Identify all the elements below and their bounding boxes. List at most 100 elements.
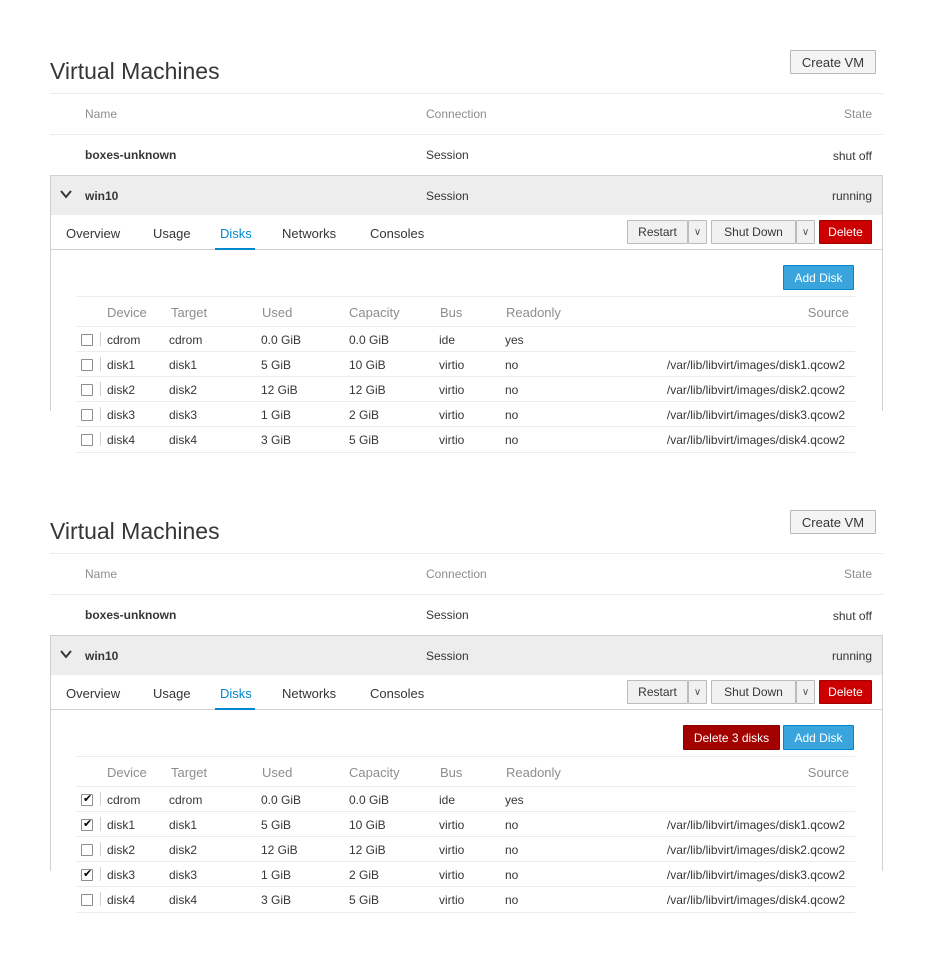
disk-bus: virtio	[439, 358, 465, 372]
restart-dropdown-toggle[interactable]: ∨	[688, 220, 707, 244]
disk-bus: ide	[439, 333, 456, 347]
disk-bus: virtio	[439, 818, 465, 832]
disk-column-device: Device	[107, 765, 147, 780]
vm-name: win10	[85, 189, 119, 203]
tab-usage[interactable]: Usage	[153, 686, 191, 701]
disk-used: 1 GiB	[261, 868, 292, 882]
delete-vm-button[interactable]: Delete	[819, 220, 872, 244]
shutdown-dropdown-toggle[interactable]: ∨	[796, 680, 815, 704]
tab-consoles[interactable]: Consoles	[370, 226, 424, 241]
row-checkbox[interactable]: ✔	[81, 793, 93, 806]
divider	[50, 594, 883, 595]
disk-used: 5 GiB	[261, 358, 292, 372]
disk-target: disk2	[169, 383, 198, 397]
add-disk-button[interactable]: Add Disk	[783, 265, 854, 290]
column-header-connection: Connection	[426, 567, 487, 581]
disk-column-capacity: Capacity	[349, 305, 400, 320]
row-checkbox[interactable]	[81, 384, 93, 396]
vm-state: running	[831, 649, 872, 663]
shutdown-dropdown-toggle[interactable]: ∨	[796, 220, 815, 244]
restart-dropdown-toggle[interactable]: ∨	[688, 680, 707, 704]
row-checkbox[interactable]: ✔	[81, 818, 93, 831]
vm-state: shut off	[832, 609, 872, 623]
disk-column-capacity: Capacity	[349, 765, 400, 780]
disk-source: /var/lib/libvirt/images/disk1.qcow2	[666, 818, 845, 832]
tab-overview[interactable]: Overview	[66, 686, 120, 701]
shutdown-button[interactable]: Shut Down	[711, 220, 796, 244]
tab-overview[interactable]: Overview	[66, 226, 120, 241]
disk-capacity: 12 GiB	[349, 383, 386, 397]
row-checkbox[interactable]	[81, 334, 93, 346]
row-checkbox[interactable]	[81, 409, 93, 421]
chevron-down-icon[interactable]	[60, 648, 72, 660]
tab-consoles[interactable]: Consoles	[370, 686, 424, 701]
disk-device: cdrom	[107, 793, 141, 807]
disk-capacity: 10 GiB	[349, 358, 386, 372]
delete-vm-button[interactable]: Delete	[819, 680, 872, 704]
column-header-name: Name	[85, 567, 118, 581]
disk-bus: virtio	[439, 843, 465, 857]
restart-button[interactable]: Restart	[627, 680, 688, 704]
create-vm-button[interactable]: Create VM	[790, 510, 876, 534]
disk-used: 0.0 GiB	[261, 333, 302, 347]
tab-disks[interactable]: Disks	[220, 686, 252, 701]
disk-source: /var/lib/libvirt/images/disk2.qcow2	[666, 843, 845, 857]
disk-device: disk2	[107, 843, 136, 857]
divider	[76, 376, 855, 377]
chevron-down-icon[interactable]	[60, 188, 72, 200]
disk-readonly: yes	[505, 793, 524, 807]
row-checkbox[interactable]	[81, 434, 93, 446]
disk-target: disk1	[169, 818, 198, 832]
vm-name: boxes-unknown	[85, 608, 177, 622]
disk-target: cdrom	[169, 793, 203, 807]
disk-bus: virtio	[439, 383, 465, 397]
tab-usage[interactable]: Usage	[153, 226, 191, 241]
vm-panel: Virtual Machines Create VM Name Connecti…	[0, 460, 933, 920]
tab-networks[interactable]: Networks	[282, 226, 336, 241]
disk-capacity: 0.0 GiB	[349, 333, 390, 347]
row-checkbox[interactable]: ✔	[81, 868, 93, 881]
disk-source: /var/lib/libvirt/images/disk1.qcow2	[666, 358, 845, 372]
disk-capacity: 10 GiB	[349, 818, 386, 832]
disk-readonly: no	[505, 408, 519, 422]
column-separator	[100, 867, 101, 881]
divider	[76, 811, 855, 812]
disk-used: 1 GiB	[261, 408, 292, 422]
restart-button[interactable]: Restart	[627, 220, 688, 244]
disk-source: /var/lib/libvirt/images/disk4.qcow2	[666, 433, 845, 447]
row-checkbox[interactable]	[81, 359, 93, 371]
disk-capacity: 5 GiB	[349, 893, 380, 907]
checkmark-icon: ✔	[83, 818, 93, 830]
create-vm-button[interactable]: Create VM	[790, 50, 876, 74]
column-separator	[100, 332, 101, 346]
divider	[76, 351, 855, 352]
add-disk-button[interactable]: Add Disk	[783, 725, 854, 750]
divider	[76, 452, 855, 453]
row-checkbox[interactable]	[81, 894, 93, 906]
disk-column-readonly: Readonly	[506, 305, 561, 320]
tab-disks[interactable]: Disks	[220, 226, 252, 241]
tab-networks[interactable]: Networks	[282, 686, 336, 701]
divider	[76, 886, 855, 887]
disk-column-target: Target	[171, 765, 208, 780]
disk-device: disk1	[107, 818, 136, 832]
disk-device: disk3	[107, 408, 136, 422]
page-title: Virtual Machines	[50, 518, 220, 544]
delete-selected-disks-button[interactable]: Delete 3 disks	[683, 725, 780, 750]
disk-target: disk3	[169, 868, 198, 882]
page-title: Virtual Machines	[50, 58, 220, 84]
disk-used: 12 GiB	[261, 383, 298, 397]
disk-source: /var/lib/libvirt/images/disk3.qcow2	[666, 868, 845, 882]
row-checkbox[interactable]	[81, 844, 93, 856]
disk-column-readonly: Readonly	[506, 765, 561, 780]
divider	[50, 553, 883, 554]
disk-column-bus: Bus	[440, 305, 463, 320]
column-separator	[100, 792, 101, 806]
disk-readonly: no	[505, 893, 519, 907]
shutdown-button[interactable]: Shut Down	[711, 680, 796, 704]
column-separator	[100, 817, 101, 831]
vm-connection: Session	[426, 608, 469, 622]
vm-name: boxes-unknown	[85, 148, 177, 162]
disk-column-source: Source	[807, 765, 849, 780]
disk-used: 0.0 GiB	[261, 793, 302, 807]
